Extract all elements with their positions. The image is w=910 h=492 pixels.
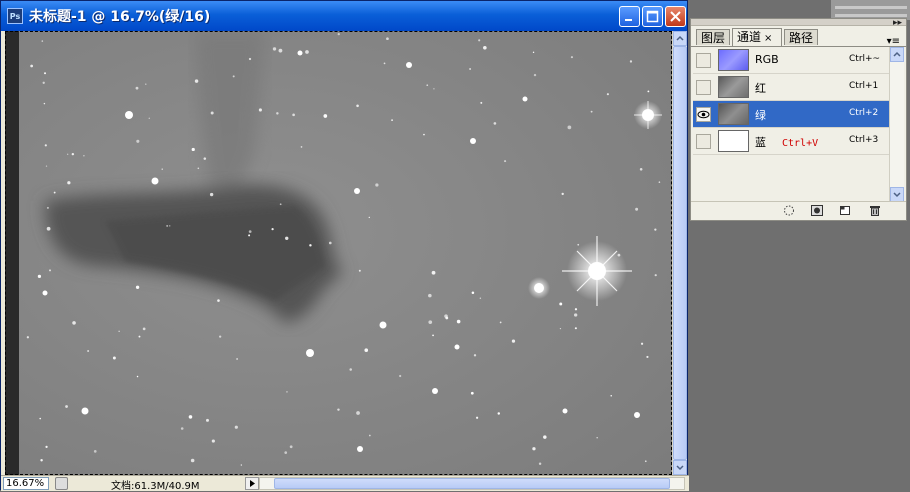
- channels-panel: ▸▸ 图层 通道 × 路径 ▾≡ RGB Ctrl+~ 红 Ctrl+1 绿 C…: [690, 18, 907, 221]
- status-bar: 16.67% 文档:61.3M/40.9M: [1, 475, 689, 492]
- vertical-scrollbar[interactable]: [672, 31, 687, 475]
- title-bar[interactable]: Ps 未标题-1 @ 16.7%(绿/16): [1, 1, 687, 31]
- load-selection-icon[interactable]: [783, 205, 795, 216]
- tab-label: 路径: [789, 31, 814, 45]
- eye-icon: [697, 110, 710, 119]
- channel-name: RGB: [755, 53, 779, 66]
- panel-menu-icon[interactable]: ▾≡: [887, 36, 900, 47]
- horizontal-scroll-thumb[interactable]: [274, 478, 670, 489]
- channel-thumbnail: [718, 49, 749, 71]
- scroll-up-button[interactable]: [673, 31, 687, 46]
- visibility-toggle[interactable]: [696, 80, 711, 95]
- channel-thumbnail: [718, 103, 749, 125]
- horizontal-scrollbar[interactable]: [259, 477, 685, 490]
- channel-name: 红: [755, 82, 766, 95]
- panel-dock-strip: [831, 0, 910, 20]
- photoshop-icon: Ps: [7, 8, 23, 24]
- panel-scroll-down-button[interactable]: [890, 187, 904, 202]
- triangle-right-icon: [250, 480, 255, 487]
- close-button[interactable]: [665, 6, 686, 27]
- document-title: 未标题-1 @ 16.7%(绿/16): [29, 9, 211, 25]
- visibility-toggle[interactable]: [696, 107, 711, 122]
- zoom-field[interactable]: 16.67%: [3, 477, 49, 490]
- channel-row-blue[interactable]: 蓝 Ctrl+V Ctrl+3: [693, 128, 889, 155]
- panel-scrollbar[interactable]: [889, 47, 904, 202]
- channel-row-rgb[interactable]: RGB Ctrl+~: [693, 47, 889, 74]
- status-arrow-button[interactable]: [245, 477, 259, 490]
- panel-tabs: 图层 通道 × 路径 ▾≡: [691, 27, 906, 47]
- tab-channels[interactable]: 通道 ×: [732, 28, 782, 46]
- maximize-icon: [646, 10, 659, 23]
- delete-icon[interactable]: [869, 205, 881, 216]
- visibility-toggle[interactable]: [696, 134, 711, 149]
- channel-thumbnail: [718, 76, 749, 98]
- tab-layers[interactable]: 图层: [696, 29, 730, 45]
- channel-list: RGB Ctrl+~ 红 Ctrl+1 绿 Ctrl+2 蓝 Ctrl+V Ct…: [693, 47, 889, 202]
- chevron-up-icon: [893, 51, 901, 57]
- chevron-down-icon: [893, 192, 901, 198]
- visibility-toggle[interactable]: [696, 53, 711, 68]
- chevron-up-icon: [676, 35, 684, 41]
- channel-name: 绿: [755, 109, 766, 122]
- new-channel-icon[interactable]: [839, 205, 851, 216]
- scroll-down-button[interactable]: [673, 460, 687, 475]
- minimize-button[interactable]: [619, 6, 640, 27]
- panel-scroll-up-button[interactable]: [890, 47, 904, 62]
- tab-paths[interactable]: 路径: [784, 29, 818, 45]
- tab-label: 图层: [701, 31, 726, 45]
- channel-thumbnail: [718, 130, 749, 152]
- channel-shortcut: Ctrl+~: [849, 54, 881, 64]
- save-selection-icon[interactable]: [811, 205, 823, 216]
- channel-shortcut: Ctrl+1: [849, 81, 879, 91]
- tab-close-icon[interactable]: ×: [764, 33, 772, 44]
- nebula-image: [5, 31, 672, 475]
- tab-label: 通道: [737, 30, 762, 44]
- annotation-text: Ctrl+V: [782, 138, 819, 149]
- image-canvas[interactable]: [5, 31, 672, 475]
- close-icon: [670, 11, 681, 22]
- channel-row-green[interactable]: 绿 Ctrl+2: [693, 101, 889, 128]
- minimize-icon: [625, 19, 632, 21]
- panel-footer: [691, 201, 906, 220]
- vertical-scroll-thumb[interactable]: [673, 46, 687, 460]
- status-menu-icon[interactable]: [55, 477, 68, 490]
- chevron-down-icon: [676, 465, 684, 471]
- panel-header[interactable]: ▸▸: [691, 18, 906, 28]
- maximize-button[interactable]: [642, 6, 663, 27]
- channel-row-red[interactable]: 红 Ctrl+1: [693, 74, 889, 101]
- document-window: Ps 未标题-1 @ 16.7%(绿/16) 16.67% 文档:61.3M/4…: [0, 0, 689, 492]
- channel-name: 蓝: [755, 136, 766, 149]
- channel-shortcut: Ctrl+3: [849, 135, 879, 145]
- channel-shortcut: Ctrl+2: [849, 108, 879, 118]
